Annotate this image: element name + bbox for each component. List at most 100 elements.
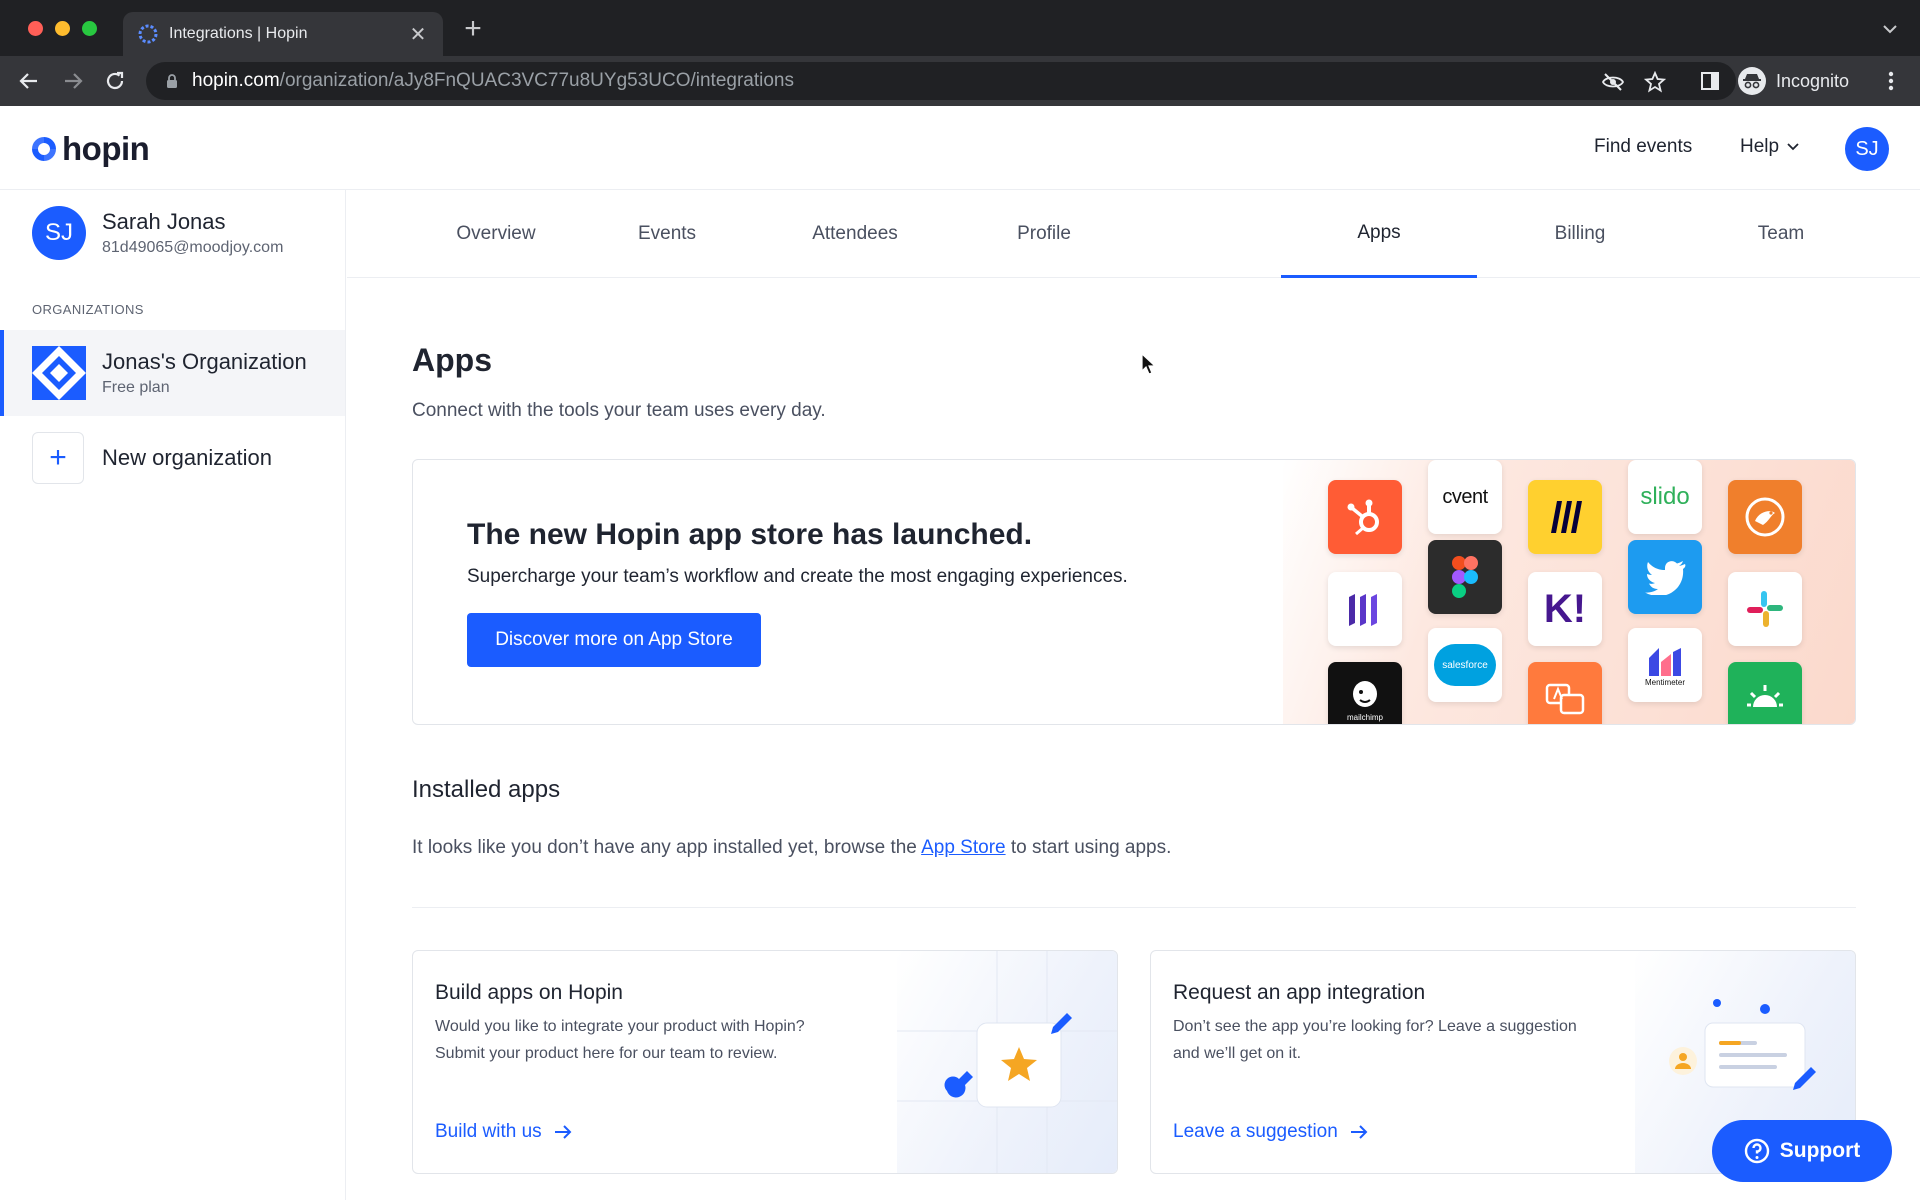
sunrise-app-icon bbox=[1728, 662, 1802, 724]
browser-toolbar: hopin.com/organization/aJy8FnQUAC3VC77u8… bbox=[0, 56, 1920, 106]
tab-close-icon[interactable]: ✕ bbox=[407, 22, 429, 47]
build-with-us-label: Build with us bbox=[435, 1121, 542, 1142]
installed-apps-empty-text: It looks like you don’t have any app ins… bbox=[412, 837, 1171, 859]
bird-app-icon bbox=[1728, 480, 1802, 554]
tab-billing[interactable]: Billing bbox=[1500, 190, 1660, 278]
new-tab-plus-icon[interactable]: + bbox=[458, 14, 488, 44]
leave-suggestion-label: Leave a suggestion bbox=[1173, 1121, 1338, 1142]
page-title: Apps bbox=[412, 342, 492, 378]
logo-wordmark: hopin bbox=[62, 130, 150, 167]
tab-apps[interactable]: Apps bbox=[1281, 190, 1477, 278]
banner-title: The new Hopin app store has launched. bbox=[467, 518, 1033, 551]
help-label: Help bbox=[1740, 136, 1780, 157]
hubspot-icon bbox=[1328, 480, 1402, 554]
miro-icon bbox=[1528, 480, 1602, 554]
user-name: Sarah Jonas bbox=[102, 209, 226, 234]
build-apps-title: Build apps on Hopin bbox=[435, 981, 623, 1004]
organization-name: Jonas's Organization bbox=[102, 349, 307, 374]
tab-team[interactable]: Team bbox=[1701, 190, 1861, 278]
mailchimp-label: mailchimp bbox=[1346, 712, 1383, 722]
section-divider bbox=[412, 907, 1856, 908]
hopin-logo-icon bbox=[32, 137, 56, 161]
figma-icon bbox=[1428, 540, 1502, 614]
stripes-app-icon bbox=[1328, 572, 1402, 646]
twitter-icon bbox=[1628, 540, 1702, 614]
request-line-1: Don’t see the app you’re looking for? Le… bbox=[1173, 1018, 1577, 1035]
build-apps-description: Would you like to integrate your product… bbox=[435, 1013, 855, 1067]
browser-tab-bar: Integrations | Hopin ✕ + bbox=[0, 0, 1920, 56]
tab-profile[interactable]: Profile bbox=[964, 190, 1124, 278]
tab-overview[interactable]: Overview bbox=[416, 190, 576, 278]
reload-icon[interactable] bbox=[102, 68, 128, 94]
mentimeter-tile: Mentimeter bbox=[1628, 628, 1702, 702]
sidebar-item-organization[interactable]: Jonas's Organization Free plan bbox=[0, 330, 345, 416]
app-store-link[interactable]: App Store bbox=[921, 837, 1006, 858]
user-profile[interactable]: SJ Sarah Jonas 81d49065@moodjoy.com bbox=[32, 206, 283, 260]
browser-tab-active[interactable]: Integrations | Hopin ✕ bbox=[123, 12, 443, 56]
find-events-link[interactable]: Find events bbox=[1594, 136, 1692, 158]
chevron-down-icon bbox=[1787, 143, 1799, 151]
new-organization-label: New organization bbox=[102, 445, 272, 470]
forward-arrow-icon[interactable] bbox=[60, 68, 86, 94]
window-close-dot[interactable] bbox=[28, 21, 43, 36]
user-avatar: SJ bbox=[32, 206, 86, 260]
banner-subtitle: Supercharge your team’s workflow and cre… bbox=[467, 566, 1128, 587]
side-panel-icon[interactable] bbox=[1697, 68, 1723, 94]
bookmark-star-icon[interactable] bbox=[1644, 71, 1666, 93]
request-integration-title: Request an app integration bbox=[1173, 981, 1426, 1004]
eye-off-icon[interactable] bbox=[1602, 71, 1624, 93]
incognito-profile[interactable]: Incognito bbox=[1738, 63, 1849, 99]
window-minimize-dot[interactable] bbox=[55, 21, 70, 36]
page-subtitle: Connect with the tools your team uses ev… bbox=[412, 400, 826, 421]
hopin-favicon-icon bbox=[137, 23, 159, 45]
salesforce-tile: salesforce bbox=[1428, 628, 1502, 702]
lock-icon bbox=[166, 73, 178, 89]
arrow-right-icon bbox=[1350, 1125, 1368, 1139]
app-header: hopin Find events Help SJ bbox=[0, 106, 1920, 190]
question-circle-icon bbox=[1744, 1138, 1769, 1164]
url-path: /organization/aJy8FnQUAC3VC77u8UYg53UCO/… bbox=[279, 70, 794, 91]
organization-plan: Free plan bbox=[102, 379, 170, 396]
build-apps-line-2: Submit your product here for our team to… bbox=[435, 1045, 778, 1062]
mailchimp-icon: mailchimp bbox=[1328, 662, 1402, 724]
incognito-label: Incognito bbox=[1776, 70, 1850, 91]
window-zoom-dot[interactable] bbox=[82, 21, 97, 36]
user-avatar-button[interactable]: SJ bbox=[1845, 127, 1889, 171]
hopin-logo[interactable]: hopin bbox=[30, 130, 150, 168]
support-label: Support bbox=[1779, 1139, 1861, 1162]
request-integration-description: Don’t see the app you’re looking for? Le… bbox=[1173, 1013, 1593, 1067]
salesforce-label: salesforce bbox=[1442, 659, 1488, 671]
plus-icon: + bbox=[32, 432, 84, 484]
translate-chat-icon bbox=[1528, 662, 1602, 724]
mouse-cursor-icon bbox=[1141, 352, 1157, 380]
tab-title: Integrations | Hopin bbox=[169, 25, 308, 42]
discover-app-store-button[interactable]: Discover more on App Store bbox=[467, 613, 761, 667]
help-menu[interactable]: Help bbox=[1740, 136, 1799, 158]
empty-text-before: It looks like you don’t have any app ins… bbox=[412, 837, 922, 858]
browser-menu-kebab-icon[interactable] bbox=[1878, 68, 1904, 94]
back-arrow-icon[interactable] bbox=[16, 68, 42, 94]
organization-logo-icon bbox=[32, 346, 86, 400]
build-apps-illustration bbox=[897, 951, 1117, 1173]
leave-suggestion-link[interactable]: Leave a suggestion bbox=[1173, 1121, 1368, 1143]
wrench-icon bbox=[944, 1071, 973, 1098]
request-line-2: and we’ll get on it. bbox=[1173, 1045, 1302, 1062]
incognito-icon bbox=[1738, 67, 1766, 95]
tab-search-chevron-icon[interactable] bbox=[1882, 22, 1898, 40]
kahoot-tile: K! bbox=[1528, 572, 1602, 646]
url-host: hopin.com bbox=[192, 70, 280, 91]
new-organization-button[interactable]: + New organization bbox=[32, 432, 272, 484]
mentimeter-label: Mentimeter bbox=[1644, 677, 1685, 687]
organizations-heading: ORGANIZATIONS bbox=[32, 302, 144, 317]
build-with-us-link[interactable]: Build with us bbox=[435, 1121, 572, 1143]
slido-tile: slido bbox=[1628, 460, 1702, 534]
support-button[interactable]: Support bbox=[1712, 1120, 1892, 1182]
user-email: 81d49065@moodjoy.com bbox=[102, 239, 284, 256]
build-apps-line-1: Would you like to integrate your product… bbox=[435, 1018, 805, 1035]
address-bar[interactable]: hopin.com/organization/aJy8FnQUAC3VC77u8… bbox=[146, 62, 1736, 100]
tab-events[interactable]: Events bbox=[587, 190, 747, 278]
organization-tabs: Overview Events Attendees Profile Apps B… bbox=[347, 190, 1920, 278]
tab-attendees[interactable]: Attendees bbox=[775, 190, 935, 278]
app-store-banner: The new Hopin app store has launched. Su… bbox=[412, 459, 1856, 725]
sidebar: SJ Sarah Jonas 81d49065@moodjoy.com ORGA… bbox=[0, 190, 346, 1200]
